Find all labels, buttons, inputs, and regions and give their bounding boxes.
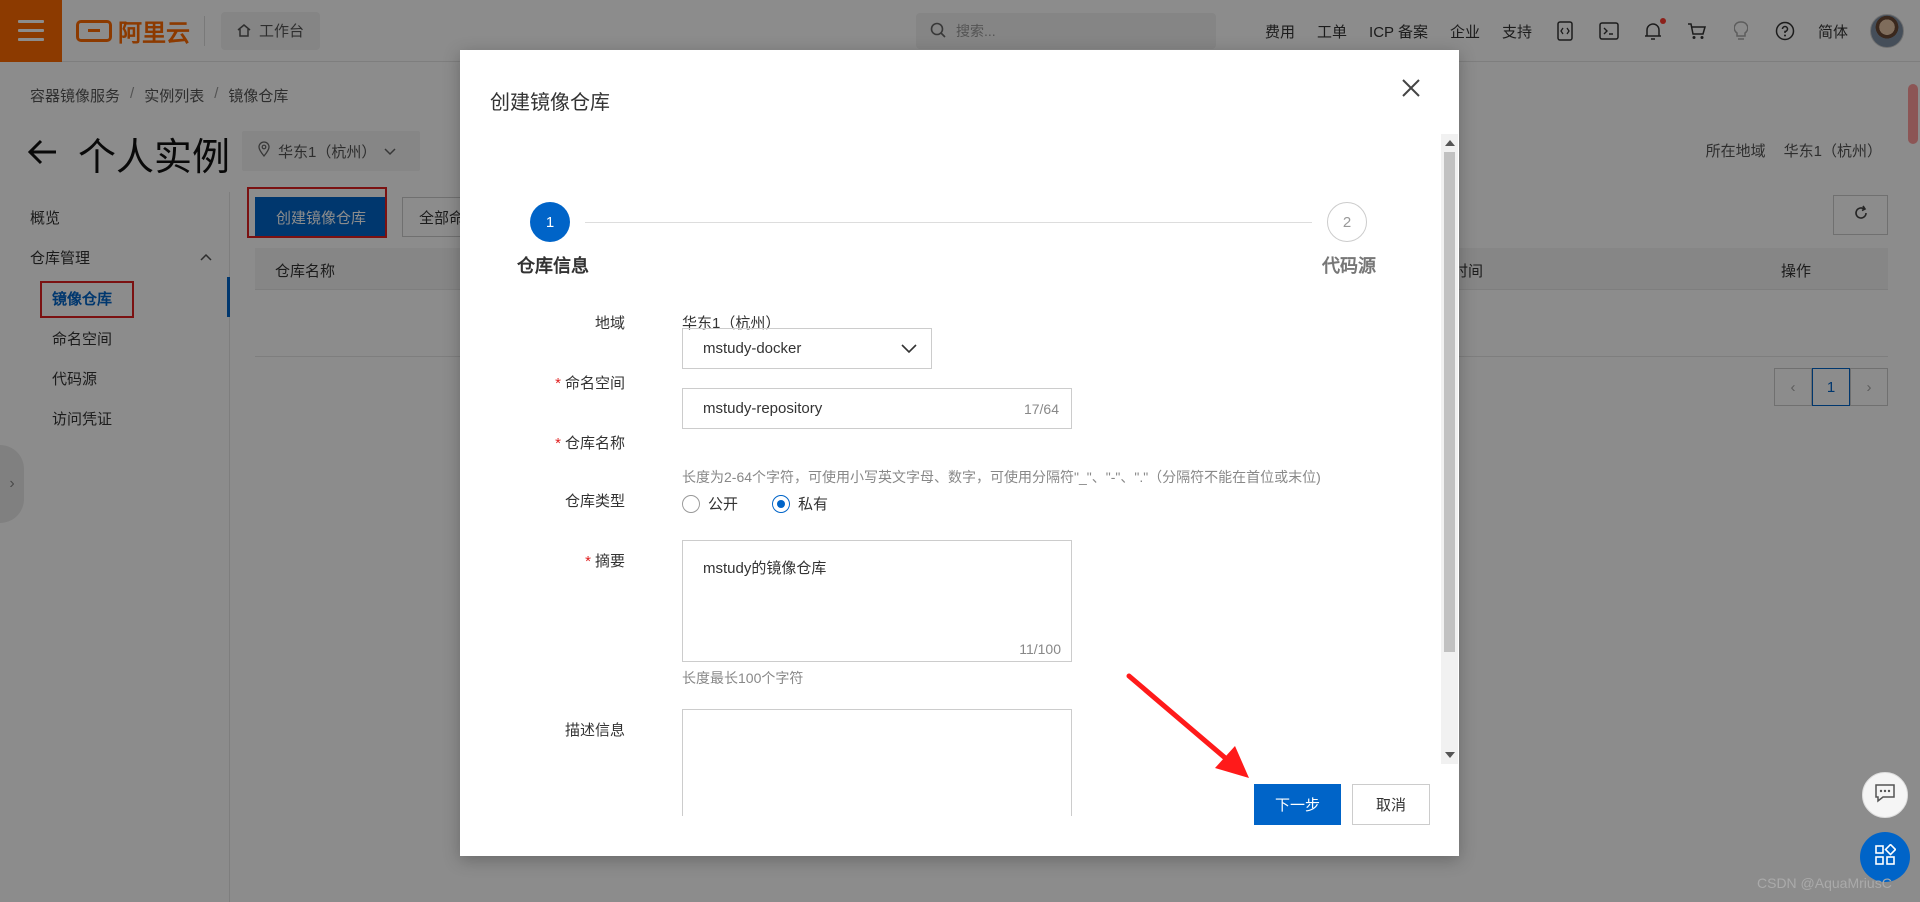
dialog-body: 1 2 仓库信息 代码源 地域 华东1（杭州） * 命名空间 mstudy-doc… — [460, 134, 1459, 816]
next-step-button[interactable]: 下一步 — [1254, 784, 1341, 825]
scroll-down-arrow[interactable] — [1445, 752, 1455, 758]
dialog-title: 创建镜像仓库 — [490, 92, 610, 114]
repo-name-field-label: * 仓库名称 — [555, 435, 625, 452]
namespace-label-text: 命名空间 — [564, 375, 625, 392]
namespace-field-label: * 命名空间 — [555, 375, 625, 392]
repo-type-radio-group: 公开 私有 — [682, 493, 828, 514]
step-2-label: 代码源 — [1322, 256, 1376, 276]
radio-private[interactable] — [772, 494, 791, 513]
description-field-label: 描述信息 — [564, 722, 625, 739]
radio-public-label[interactable]: 公开 — [708, 493, 738, 514]
repo-name-counter: 17/64 — [1023, 400, 1059, 417]
repo-name-value: mstudy-repository — [703, 400, 823, 417]
step-2-circle: 2 — [1327, 202, 1367, 242]
radio-private-label[interactable]: 私有 — [798, 493, 828, 514]
cancel-button[interactable]: 取消 — [1352, 784, 1430, 825]
step-connector — [585, 222, 1312, 223]
radio-public[interactable] — [682, 494, 700, 513]
summary-counter: 11/100 — [1019, 641, 1061, 657]
repo-name-input[interactable]: mstudy-repository 17/64 — [682, 388, 1072, 429]
namespace-select[interactable]: mstudy-docker — [682, 328, 932, 369]
scroll-thumb[interactable] — [1444, 152, 1455, 652]
summary-textarea[interactable]: mstudy的镜像仓库 11/100 — [682, 540, 1072, 662]
namespace-select-value: mstudy-docker — [703, 340, 802, 357]
dialog-scrollbar[interactable] — [1441, 134, 1458, 764]
create-repo-dialog: 创建镜像仓库 1 2 仓库信息 代码源 地域 华东1（杭州） * 命名空间 mst… — [460, 50, 1459, 856]
scroll-up-arrow[interactable] — [1445, 140, 1455, 146]
region-field-label: 地域 — [594, 315, 625, 332]
close-button[interactable] — [1391, 70, 1431, 110]
csdn-watermark: CSDN @AquaMriusC — [1757, 875, 1892, 891]
repo-name-help: 长度为2-64个字符，可使用小写英文字母、数字，可使用分隔符"_"、"-"、".… — [682, 469, 1321, 485]
summary-label-text: 摘要 — [594, 553, 625, 570]
description-textarea[interactable] — [682, 709, 1072, 816]
chevron-down-icon — [901, 341, 917, 358]
repo-name-label-text: 仓库名称 — [564, 435, 625, 452]
apps-grid-icon — [1874, 843, 1897, 870]
close-icon — [1401, 78, 1421, 102]
chat-icon — [1874, 783, 1896, 807]
summary-field-label: * 摘要 — [585, 553, 625, 570]
summary-value: mstudy的镜像仓库 — [703, 560, 827, 577]
repo-type-label: 仓库类型 — [564, 493, 625, 510]
annotation-arrow — [1125, 672, 1255, 786]
chat-button[interactable] — [1862, 772, 1908, 818]
step-1-circle: 1 — [530, 202, 570, 242]
step-1-label: 仓库信息 — [517, 256, 589, 276]
